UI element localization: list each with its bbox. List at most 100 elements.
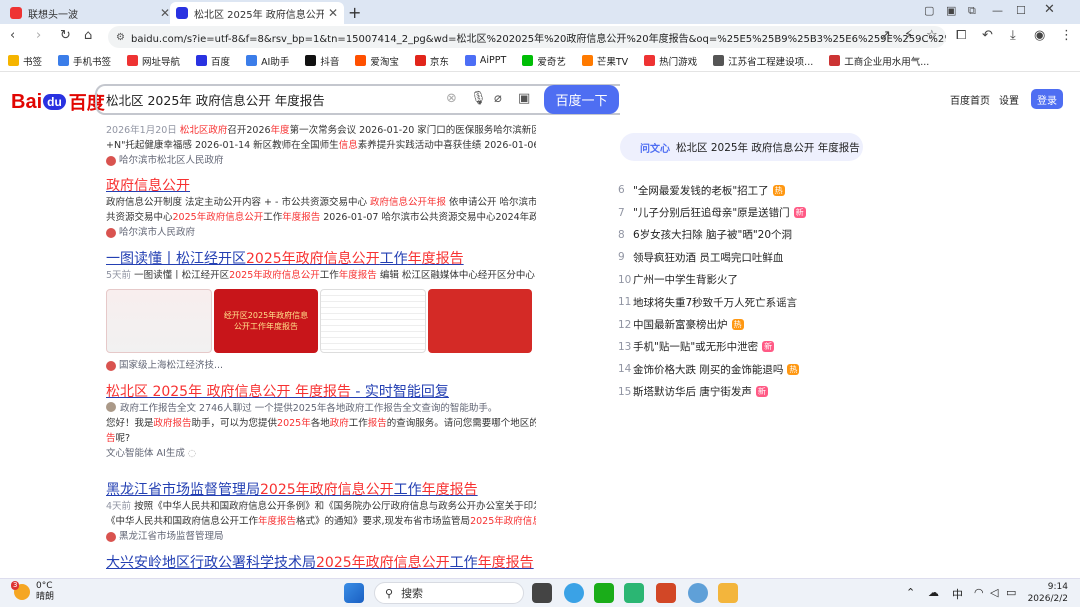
tray-expand-icon[interactable]: ⌃ xyxy=(906,586,915,599)
wps-icon[interactable] xyxy=(656,583,676,603)
minimize-icon[interactable]: — xyxy=(992,4,1003,17)
ai-ask-wenxin[interactable]: 问文心 松北区 2025年 政府信息公开 年度报告 xyxy=(620,133,863,161)
wenxin-label: 问文心 xyxy=(640,143,670,155)
start-icon[interactable] xyxy=(344,583,364,603)
undo-icon[interactable]: ↶ xyxy=(982,28,993,43)
tab-1[interactable]: 联想头一波 ✕ xyxy=(4,2,176,24)
settings-link[interactable]: 设置 xyxy=(999,92,1019,107)
gallery-image[interactable] xyxy=(428,289,532,353)
result-title[interactable]: 大兴安岭地区行政公署科学技术局2025年政府信息公开工作年度报告 xyxy=(106,554,536,572)
gallery-image[interactable] xyxy=(106,289,212,353)
weather-widget[interactable]: 3 0°C 晴朗 xyxy=(11,581,54,603)
folder-icon[interactable] xyxy=(718,583,738,603)
chat-icon[interactable] xyxy=(624,583,644,603)
bookmark-item[interactable]: 爱淘宝 xyxy=(355,54,399,68)
bookmark-item[interactable]: 热门游戏 xyxy=(644,54,697,68)
search-input[interactable]: 松北区 2025年 政府信息公开 年度报告 xyxy=(95,84,620,115)
bookmark-item[interactable]: 爱奇艺 xyxy=(522,54,566,68)
bookmark-icon xyxy=(713,55,725,66)
result-title[interactable]: 政府信息公开 xyxy=(106,177,536,195)
site-icon xyxy=(106,360,116,371)
tab-2-active[interactable]: 松北区 2025年 政府信息公开 年度 ✕ xyxy=(170,2,344,24)
bookmark-item[interactable]: AI助手 xyxy=(246,54,289,68)
gallery-image[interactable]: 经开区2025年政府信息公开工作年度报告 xyxy=(214,289,318,353)
bookmark-item[interactable]: 京东 xyxy=(414,54,449,68)
attach-icon[interactable]: ⌀ xyxy=(494,91,502,106)
clear-icon[interactable]: ⊗ xyxy=(446,91,457,106)
screenshot-icon[interactable]: ▣ xyxy=(946,4,956,17)
gallery-image[interactable] xyxy=(320,289,426,353)
hot-item[interactable]: 10 广州一中学生背影火了 xyxy=(618,269,918,291)
extensions-icon[interactable]: ⧠ xyxy=(956,28,966,43)
new-tab-icon[interactable]: + xyxy=(348,3,361,22)
hot-item[interactable]: 15 斯塔默访华后 唐宁街发声新 xyxy=(618,381,918,403)
bookmark-icon xyxy=(196,55,208,66)
battery-icon[interactable]: ▭ xyxy=(1006,586,1016,599)
result-image-gallery[interactable]: 经开区2025年政府信息公开工作年度报告 xyxy=(106,289,532,353)
bookmark-item[interactable]: 网址导航 xyxy=(127,54,180,68)
forward-icon[interactable]: › xyxy=(36,28,41,43)
hot-item[interactable]: 9 领导疯狂劝酒 员工喝完口吐鲜血 xyxy=(618,246,918,268)
result-title[interactable]: 一图读懂丨松江经开区2025年政府信息公开工作年度报告 xyxy=(106,250,536,268)
info-icon[interactable]: ◌ xyxy=(188,446,196,461)
bookmark-item[interactable]: 工商企业用水用气... xyxy=(829,54,929,68)
hot-title: 领导疯狂劝酒 员工喝完口吐鲜血 xyxy=(633,251,784,264)
bookmark-item[interactable]: 百度 xyxy=(196,54,230,68)
system-clock[interactable]: 9:14 2026/2/2 xyxy=(1024,581,1068,605)
sidebar-toggle-icon[interactable]: ▢ xyxy=(924,4,934,17)
search-result: 政府信息公开 政府信息公开制度 法定主动公开内容 + - 市公共资源交易中心 政… xyxy=(106,177,536,240)
maximize-icon[interactable]: ☐ xyxy=(1016,4,1026,17)
result-source[interactable]: 黑龙江省市场监督管理局 xyxy=(106,529,536,544)
wifi-icon[interactable]: ◠ xyxy=(974,586,984,599)
microphone-icon[interactable]: 🎙︎ xyxy=(470,91,487,106)
url-field[interactable]: ⚙ baidu.com/s?ie=utf-8&f=8&rsv_bp=1&tn=1… xyxy=(108,26,946,48)
account-icon[interactable]: ◉ xyxy=(1034,28,1045,43)
close-icon[interactable]: ✕ xyxy=(328,6,338,20)
star-icon[interactable]: ☆ xyxy=(926,28,938,43)
baidu-home-link[interactable]: 百度首页 xyxy=(950,92,990,107)
hot-item[interactable]: 11 地球将失重7秒致千万人死亡系谣言 xyxy=(618,291,918,313)
result-title[interactable]: 松北区 2025年 政府信息公开 年度报告 - 实时智能回复 xyxy=(106,383,536,401)
taskbar-search[interactable]: ⚲ 搜索 xyxy=(374,582,524,604)
flash-icon[interactable]: ⚡ xyxy=(904,28,913,43)
share-icon[interactable]: ↗ xyxy=(880,28,891,43)
hot-item[interactable]: 13 手机"贴一贴"或无形中泄密新 xyxy=(618,336,918,358)
restore-icon[interactable]: ⧉ xyxy=(968,4,976,18)
hot-item[interactable]: 8 6岁女孩大扫除 脑子被"晒"20个洞 xyxy=(618,224,918,246)
search-button[interactable]: 百度一下 xyxy=(544,85,619,114)
ime-indicator[interactable]: 中 xyxy=(952,586,963,602)
result-title[interactable]: 黑龙江省市场监督管理局2025年政府信息公开工作年度报告 xyxy=(106,481,536,499)
hot-item[interactable]: 7 "儿子分别后狂追母亲"原是送错门新 xyxy=(618,201,918,223)
hot-item[interactable]: 14 金饰价格大跌 刚买的金饰能退吗热 xyxy=(618,358,918,380)
result-source[interactable]: 哈尔滨市人民政府 xyxy=(106,225,536,240)
menu-icon[interactable]: ⋮ xyxy=(1060,28,1073,43)
globe-icon[interactable] xyxy=(688,583,708,603)
browser-icon[interactable] xyxy=(564,583,584,603)
camera-icon[interactable]: ▣ xyxy=(518,91,530,106)
hot-item[interactable]: 12 中国最新富豪榜出炉热 xyxy=(618,313,918,335)
download-icon[interactable]: ⤓ xyxy=(1010,28,1016,43)
result-source[interactable]: 国家级上海松江经济技... xyxy=(106,358,536,373)
result-source[interactable]: 哈尔滨市松北区人民政府 xyxy=(106,153,536,168)
cloud-icon[interactable]: ☁ xyxy=(928,586,939,599)
result-snippet: 共资源交易中心2025年政府信息公开工作年度报告 2026-01-07 哈尔滨市… xyxy=(106,212,536,223)
close-window-icon[interactable]: ✕ xyxy=(1044,2,1055,17)
bookmark-item[interactable]: 抖音 xyxy=(305,54,339,68)
result-snippet: 5天前 一图读懂丨松江经开区2025年政府信息公开工作年度报告 编辑 松江区融媒… xyxy=(106,270,535,281)
reload-icon[interactable]: ↻ xyxy=(60,28,71,43)
bookmark-item[interactable]: AiPPT xyxy=(464,55,506,66)
site-info-icon[interactable]: ⚙ xyxy=(116,32,125,43)
login-button[interactable]: 登录 xyxy=(1031,89,1063,109)
bookmark-item[interactable]: 芒果TV xyxy=(581,54,628,68)
wechat-icon[interactable] xyxy=(594,583,614,603)
bookmark-item[interactable]: 书签 xyxy=(8,54,42,68)
home-icon[interactable]: ⌂ xyxy=(84,28,92,43)
back-icon[interactable]: ‹ xyxy=(10,28,15,43)
baidu-logo[interactable]: Bai du 百度 xyxy=(11,89,105,115)
task-view-icon[interactable] xyxy=(532,583,552,603)
bookmark-item[interactable]: 手机书签 xyxy=(58,54,111,68)
bookmark-item[interactable]: 江苏省工程建设项... xyxy=(713,54,813,68)
volume-icon[interactable]: ◁ xyxy=(990,586,998,599)
close-icon[interactable]: ✕ xyxy=(160,6,170,20)
hot-item[interactable]: 6 "全网最爱发钱的老板"招工了热 xyxy=(618,179,918,201)
